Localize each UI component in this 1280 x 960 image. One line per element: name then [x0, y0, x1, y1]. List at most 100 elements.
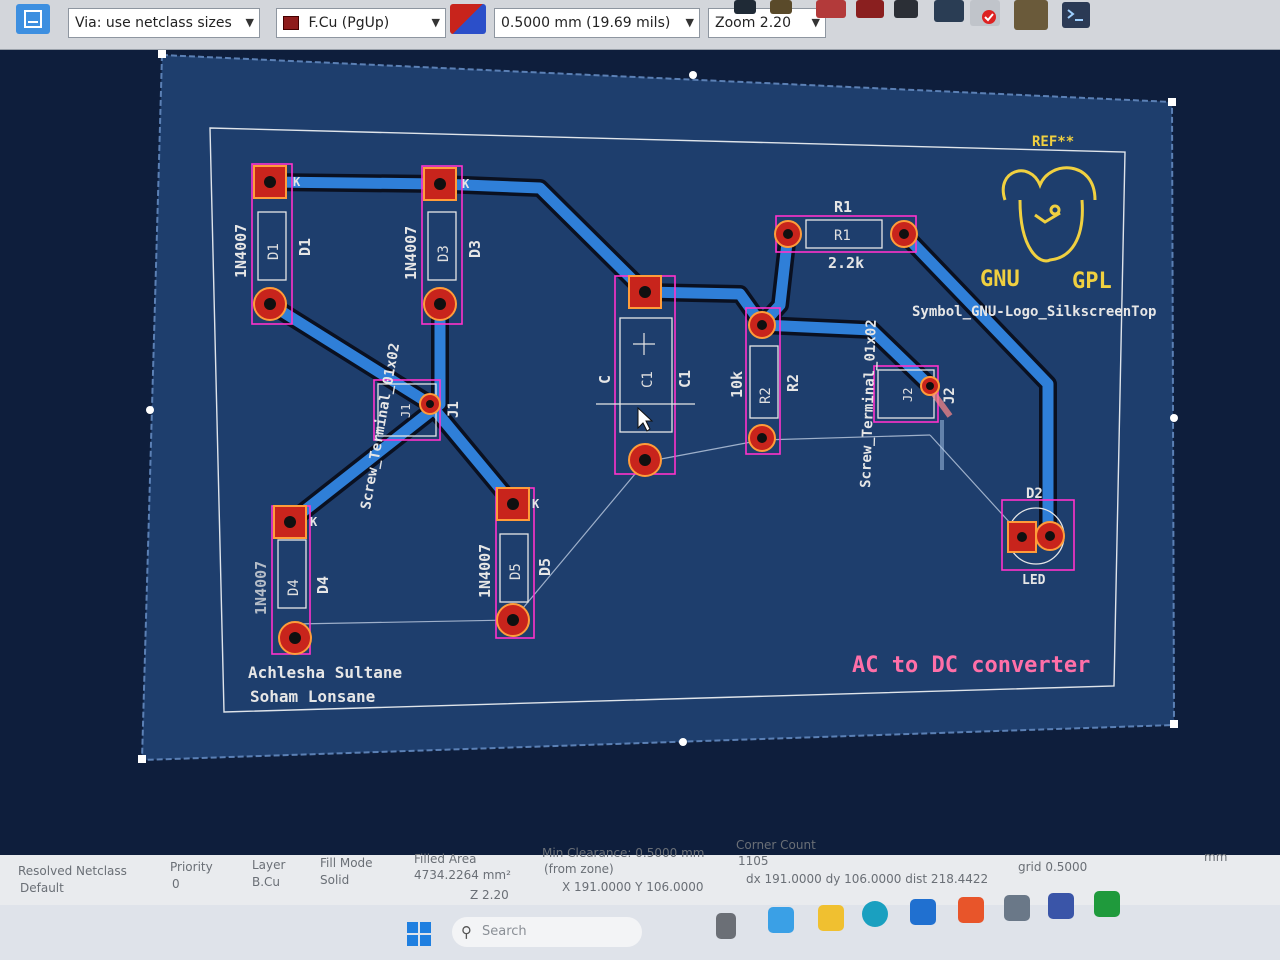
- layer-color-swatch: [283, 16, 299, 30]
- layer-select[interactable]: F.Cu (PgUp) ▼: [276, 8, 446, 38]
- zone-handle[interactable]: [679, 738, 687, 746]
- show-layers-manager-icon[interactable]: [16, 4, 50, 34]
- logo-footprint-name: Symbol_GNU-Logo_SilkscreenTop: [912, 304, 1156, 320]
- r1-ref-inner: R1: [834, 228, 851, 244]
- lock-icon[interactable]: [734, 0, 756, 14]
- author-2: Soham Lonsane: [250, 687, 375, 706]
- c1-ref-inner: C1: [640, 371, 656, 388]
- d3-value: 1N4007: [402, 226, 420, 280]
- footprint-checker-icon[interactable]: [856, 0, 884, 18]
- search-icon: ⚲: [461, 923, 472, 941]
- d1-cathode-mark: K: [293, 175, 301, 189]
- d3-ref: D3: [466, 240, 484, 258]
- board-title: AC to DC converter: [852, 653, 1090, 678]
- zone-handle[interactable]: [158, 50, 166, 58]
- scripting-console-icon[interactable]: [1062, 2, 1090, 28]
- filled-area-value: 4734.2264 mm²: [414, 868, 511, 882]
- board-check-icon[interactable]: [970, 0, 1000, 26]
- d1-ref-inner: D1: [266, 243, 282, 260]
- fill-mode-label: Fill Mode: [320, 856, 373, 870]
- via-size-value: Via: use netclass sizes: [75, 15, 232, 31]
- kicad-icon[interactable]: [1048, 893, 1074, 919]
- zone-handle[interactable]: [146, 406, 154, 414]
- brave-browser-icon[interactable]: [958, 897, 984, 923]
- d1-ref: D1: [296, 238, 314, 256]
- d4-ref-inner: D4: [286, 579, 302, 596]
- corner-count-label: Corner Count: [736, 838, 816, 852]
- via-size-select[interactable]: Via: use netclass sizes ▼: [68, 8, 260, 38]
- router-icon[interactable]: [1014, 0, 1048, 30]
- zoom-status: Z 2.20: [470, 888, 509, 902]
- zone-handle[interactable]: [1168, 98, 1176, 106]
- excel-icon[interactable]: [1094, 891, 1120, 917]
- zone-handle[interactable]: [689, 71, 697, 79]
- start-windows-icon[interactable]: [406, 921, 432, 947]
- layer-value: F.Cu (PgUp): [308, 15, 390, 31]
- store-icon[interactable]: [910, 899, 936, 925]
- app-icon[interactable]: [1004, 895, 1030, 921]
- netclass-value: Default: [20, 881, 64, 895]
- chevron-down-icon: ▼: [431, 16, 440, 29]
- fill-mode-value: Solid: [320, 873, 350, 887]
- zone-handle[interactable]: [1170, 414, 1178, 422]
- kicad-pcb-editor-screen: Via: use netclass sizes ▼ F.Cu (PgUp) ▼ …: [0, 0, 1280, 960]
- j2-ref-inner: J2: [901, 388, 915, 402]
- drc-icon[interactable]: [816, 0, 846, 18]
- layers-icon[interactable]: [894, 0, 918, 18]
- chevron-down-icon: ▼: [685, 16, 694, 29]
- zone-handle[interactable]: [1170, 720, 1178, 728]
- grid-size: grid 0.5000: [1018, 860, 1088, 874]
- netlist-icon[interactable]: [934, 0, 964, 22]
- priority-label: Priority: [170, 860, 213, 874]
- search-placeholder: Search: [482, 924, 527, 939]
- r2-ref-inner: R2: [758, 387, 774, 404]
- d5-ref: D5: [536, 558, 554, 576]
- zone-handle[interactable]: [138, 755, 146, 763]
- d3-ref-inner: D3: [436, 245, 452, 262]
- file-explorer-icon[interactable]: [818, 905, 844, 931]
- d5-cathode-mark: K: [532, 497, 540, 511]
- d4-value: 1N4007: [252, 561, 270, 615]
- d5-ref-inner: D5: [508, 563, 524, 580]
- chevron-down-icon: ▼: [245, 16, 254, 29]
- layer-pair-icon[interactable]: [450, 4, 486, 34]
- layer-value: B.Cu: [252, 875, 281, 889]
- pcb-board-drawing: 1N4007 D1 D1 K 1N4007 D3 D3 K 1N4007 D4 …: [138, 50, 1178, 763]
- d2-value: LED: [1022, 573, 1046, 588]
- logo-ref: REF**: [1032, 134, 1074, 150]
- logo-right-text: GPL: [1072, 269, 1112, 294]
- r1-ref: R1: [834, 198, 852, 216]
- d4-ref: D4: [314, 576, 332, 594]
- j2-ref: J2: [942, 387, 958, 404]
- d4-cathode-mark: K: [310, 515, 318, 529]
- j1-ref-inner: J1: [399, 404, 413, 418]
- widgets-icon[interactable]: [768, 907, 794, 933]
- task-view-icon[interactable]: [716, 913, 736, 939]
- r2-ref: R2: [784, 374, 802, 392]
- r2-value: 10k: [728, 371, 746, 398]
- edge-browser-icon[interactable]: [862, 901, 888, 927]
- track-width-value: 0.5000 mm (19.69 mils): [501, 15, 671, 31]
- unlock-icon[interactable]: [770, 0, 792, 14]
- clearance-value: (from zone): [544, 862, 614, 876]
- logo-left-text: GNU: [980, 267, 1020, 292]
- zoom-select[interactable]: Zoom 2.20 ▼: [708, 8, 826, 38]
- priority-value: 0: [172, 877, 180, 891]
- windows-taskbar: ⚲ Search: [0, 891, 1280, 960]
- d2-ref: D2: [1026, 486, 1043, 502]
- d3-cathode-mark: K: [462, 177, 470, 191]
- r1-value: 2.2k: [828, 254, 864, 272]
- author-1: Achlesha Sultane: [248, 663, 402, 682]
- track-width-select[interactable]: 0.5000 mm (19.69 mils) ▼: [494, 8, 700, 38]
- d5-value: 1N4007: [476, 544, 494, 598]
- clearance-label: Min Clearance: 0.5000 mm: [542, 846, 705, 860]
- c1-ref: C1: [676, 370, 694, 388]
- filled-area-label: Filled Area: [414, 852, 477, 866]
- top-toolbar: Via: use netclass sizes ▼ F.Cu (PgUp) ▼ …: [0, 0, 1280, 50]
- c1-value: C: [596, 375, 614, 384]
- pcb-canvas[interactable]: 1N4007 D1 D1 K 1N4007 D3 D3 K 1N4007 D4 …: [0, 50, 1280, 855]
- taskbar-search-input[interactable]: ⚲ Search: [452, 917, 642, 947]
- netclass-label: Resolved Netclass: [18, 864, 127, 878]
- corner-count-value: 1105: [738, 854, 769, 868]
- layer-label: Layer: [252, 858, 286, 872]
